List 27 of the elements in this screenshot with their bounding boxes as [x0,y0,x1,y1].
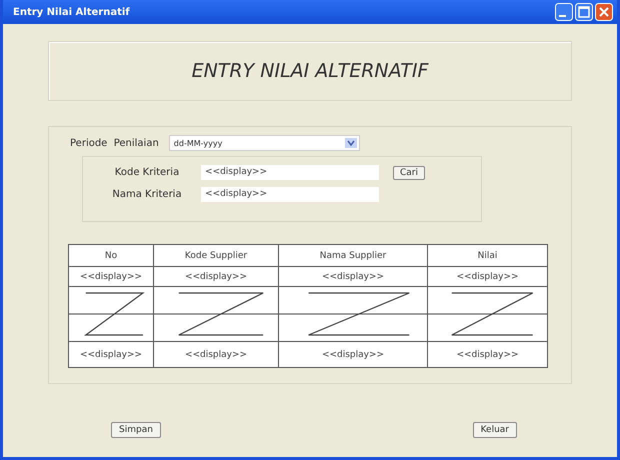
table-cell: <<display>> [154,266,278,286]
dropdown-arrow-icon[interactable] [344,138,357,148]
exit-button[interactable]: Keluar [472,422,517,438]
search-button[interactable]: Cari [393,166,425,180]
maximize-icon[interactable] [575,3,593,21]
table-cell: <<display>> [278,266,428,286]
column-header: Nilai [428,244,548,266]
table-cell: <<display>> [278,342,428,368]
table-cell: <<display>> [428,266,548,286]
table-cell: <<display>> [154,342,278,368]
column-header: Kode Supplier [154,244,278,266]
field-label: Periode Penilaian [70,138,159,148]
table-cell: <<display>> [68,342,154,368]
save-button[interactable]: Simpan [111,422,161,438]
input-field[interactable]: <<display>> [201,165,379,180]
date-dropdown[interactable]: dd-MM-yyyy [168,135,360,151]
table-cell: <<display>> [428,342,548,368]
form-heading: ENTRY NILAI ALTERNATIF [192,60,428,82]
minimize-icon[interactable] [555,3,573,21]
field-label: Nama Kriteria [111,189,183,200]
table-cell: <<display>> [68,266,154,286]
window-title: Entry Nilai Alternatif [13,6,130,18]
column-header: No [68,244,154,266]
close-icon[interactable] [595,3,613,21]
column-header: Nama Supplier [278,244,428,266]
input-field[interactable]: <<display>> [201,187,379,202]
field-label: Kode Kriteria [114,167,180,178]
